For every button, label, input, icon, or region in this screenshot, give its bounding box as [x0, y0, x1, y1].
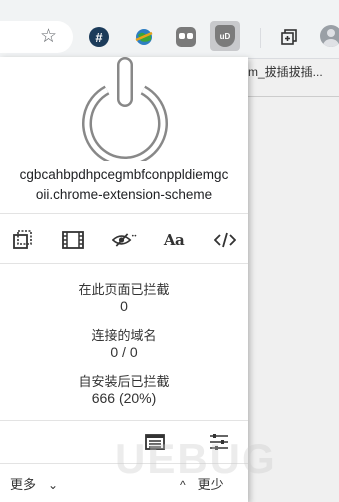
hostname-line-1: cgbcahbpdhpcegmbfconppldiemgc	[19, 167, 229, 182]
divider	[0, 263, 248, 264]
domains-connected-value: 0 / 0	[110, 344, 138, 360]
hash-extension-button[interactable]: #	[86, 24, 112, 50]
media-filter-icon	[62, 231, 84, 249]
less-button[interactable]: ^ 更少	[180, 474, 224, 493]
dashboard-settings-icon	[210, 434, 228, 450]
dashboard-button[interactable]	[206, 429, 232, 455]
quick-tools-row: Aa	[0, 229, 248, 251]
cosmetic-filter-icon	[112, 233, 137, 247]
divider	[0, 420, 248, 421]
font-filter-icon: Aa	[163, 231, 185, 249]
domains-connected-label: 连接的域名	[91, 328, 157, 343]
element-zapper-icon	[13, 230, 32, 249]
blocked-since-install-label: 自安装后已拦截	[78, 374, 170, 389]
tab-manager-icon	[281, 29, 297, 45]
blocked-on-page-value: 0	[120, 298, 128, 314]
script-filter-button[interactable]	[212, 229, 238, 251]
blocked-on-page-label: 在此页面已拦截	[78, 282, 170, 297]
background-page-title: m_拔插拔插...	[248, 65, 323, 79]
chevron-down-icon: ⌄	[48, 478, 59, 492]
globe-extension-button[interactable]	[131, 24, 157, 50]
address-bar[interactable]: ☆	[0, 21, 73, 53]
element-zapper-button[interactable]	[10, 229, 36, 251]
toolbar-separator	[260, 28, 261, 48]
background-divider	[248, 96, 339, 97]
tab-manager-button[interactable]	[276, 24, 302, 50]
power-icon	[82, 57, 168, 167]
less-label: 更少	[197, 477, 224, 492]
profile-avatar[interactable]	[320, 25, 339, 47]
page-hostname: cgbcahbpdhpcegmbfconppldiemgc oii.chrome…	[0, 165, 248, 205]
hash-extension-icon: #	[89, 27, 109, 47]
font-filter-button[interactable]: Aa	[161, 229, 187, 251]
bookmark-star-icon[interactable]: ☆	[40, 25, 57, 48]
more-label: 更多	[10, 477, 37, 492]
gray-extension-button[interactable]	[173, 24, 199, 50]
gray-extension-icon	[176, 27, 196, 47]
ublock-extension-button[interactable]: uD	[210, 21, 240, 51]
ublock-shield-icon: uD	[215, 25, 235, 47]
divider	[0, 463, 248, 464]
media-filter-button[interactable]	[60, 229, 86, 251]
logger-button[interactable]	[142, 429, 168, 455]
bottom-tools-row	[0, 429, 248, 455]
blocked-since-install-value: 666 (20%)	[91, 390, 157, 406]
hostname-line-2: oii.chrome-extension-scheme	[35, 187, 213, 202]
chevron-up-icon: ^	[180, 478, 186, 492]
logger-icon	[145, 434, 165, 450]
ublock-popup: cgbcahbpdhpcegmbfconppldiemgc oii.chrome…	[0, 57, 248, 502]
globe-extension-icon	[135, 29, 153, 45]
script-filter-icon	[214, 232, 236, 248]
divider	[0, 213, 248, 214]
browser-toolbar: ☆ # uD	[0, 0, 339, 59]
power-button[interactable]	[79, 57, 171, 167]
cosmetic-filter-button[interactable]	[112, 229, 138, 251]
more-button[interactable]: 更多 ⌄	[10, 474, 58, 493]
